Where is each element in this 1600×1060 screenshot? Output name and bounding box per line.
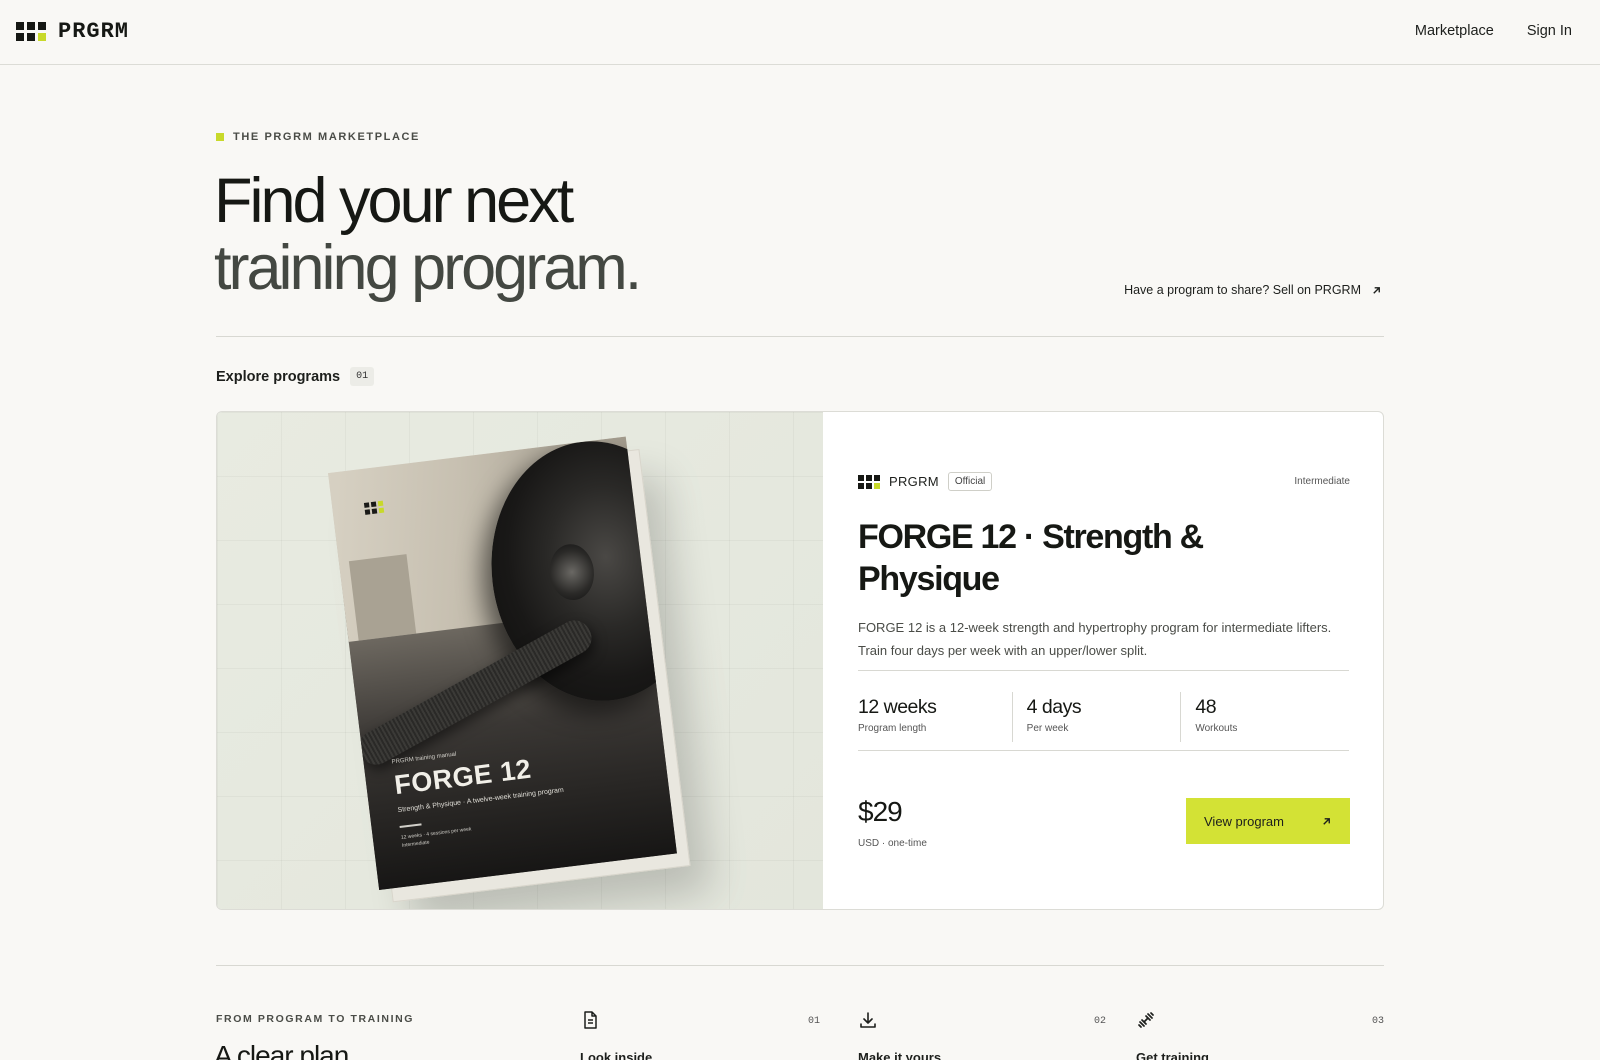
program-details: PRGRM Official Intermediate FORGE 12 · S…	[823, 412, 1383, 909]
document-icon	[584, 1011, 597, 1029]
step-number: 01	[807, 1016, 820, 1027]
level-label: Intermediate	[1294, 476, 1350, 487]
publisher-row: PRGRM Official	[858, 472, 993, 491]
explore-header: Explore programs 01	[216, 367, 375, 386]
stat-value: 48	[1195, 696, 1217, 718]
program-card[interactable]: PRGRM training manual FORGE 12 Strength …	[216, 411, 1384, 910]
stat-value: 12 weeks	[858, 696, 937, 718]
official-badge: Official	[947, 472, 993, 491]
hero-eyebrow: THE PRGRM MARKETPLACE	[216, 131, 420, 143]
hero-eyebrow-text: THE PRGRM MARKETPLACE	[233, 131, 420, 143]
view-program-button[interactable]: View program	[1186, 798, 1350, 844]
hero-title-line2: training program.	[214, 233, 642, 303]
hero-title: Find your next training program.	[214, 166, 642, 303]
cover-rule	[399, 823, 422, 828]
program-title[interactable]: FORGE 12 · Strength & Physique	[858, 516, 1278, 600]
nav-sign-in-link[interactable]: Sign In	[1527, 23, 1572, 39]
hero-title-line1: Find your next	[214, 166, 574, 236]
dumbbell-icon	[1138, 1012, 1154, 1028]
program-count-badge: 01	[350, 367, 375, 386]
nav-links: Marketplace Sign In	[1415, 23, 1572, 39]
top-nav: PRGRM Marketplace Sign In	[0, 0, 1600, 65]
explore-label: Explore programs	[216, 368, 341, 385]
section-divider	[216, 965, 1384, 966]
stats-divider-bottom	[858, 750, 1349, 751]
sell-on-prgrm-link[interactable]: Have a program to share? Sell on PRGRM	[1124, 283, 1382, 297]
program-price: $29	[858, 796, 903, 827]
download-icon	[860, 1012, 876, 1028]
stats-divider-top	[858, 670, 1349, 671]
brand-logo[interactable]: PRGRM	[16, 19, 129, 44]
flow-title: A clear plan	[214, 1040, 349, 1060]
flow-eyebrow: FROM PROGRAM TO TRAINING	[216, 1013, 415, 1025]
section-divider	[216, 336, 1384, 337]
book-mockup: PRGRM training manual FORGE 12 Strength …	[327, 434, 698, 903]
program-cover-image[interactable]: PRGRM training manual FORGE 12 Strength …	[217, 412, 823, 909]
publisher-logo-icon	[858, 474, 880, 489]
stat-per-week: 4 days Per week	[1011, 692, 1181, 742]
step-title: Look inside	[580, 1050, 653, 1060]
step-number: 02	[1093, 1016, 1106, 1027]
stat-label: Per week	[1026, 723, 1069, 734]
price-note: USD · one-time	[858, 838, 927, 849]
arrow-up-right-icon	[1323, 817, 1330, 825]
step-title: Make it yours	[858, 1050, 942, 1060]
stat-workouts: 48 Workouts	[1180, 692, 1349, 742]
arrow-up-right-icon	[1373, 286, 1380, 294]
brand-name: PRGRM	[58, 19, 130, 44]
stat-program-length: 12 weeks Program length	[858, 692, 1012, 742]
nav-marketplace-link[interactable]: Marketplace	[1415, 23, 1494, 39]
program-description: FORGE 12 is a 12-week strength and hyper…	[858, 620, 1332, 658]
sell-link-label: Have a program to share? Sell on PRGRM	[1124, 283, 1361, 297]
stat-label: Program length	[858, 723, 927, 734]
step-title: Get training	[1136, 1050, 1209, 1060]
book-cover: PRGRM training manual FORGE 12 Strength …	[327, 436, 677, 890]
step-number: 03	[1371, 1016, 1384, 1027]
accent-square-icon	[216, 133, 224, 141]
cover-photo-block	[348, 554, 417, 641]
cover-logo-icon	[363, 500, 385, 515]
stat-label: Workouts	[1195, 723, 1238, 734]
stat-value: 4 days	[1026, 696, 1082, 718]
program-stats: 12 weeks Program length 4 days Per week …	[858, 692, 1349, 742]
logo-mark-icon	[16, 22, 46, 41]
view-program-label: View program	[1204, 813, 1284, 829]
publisher-name: PRGRM	[889, 474, 939, 489]
